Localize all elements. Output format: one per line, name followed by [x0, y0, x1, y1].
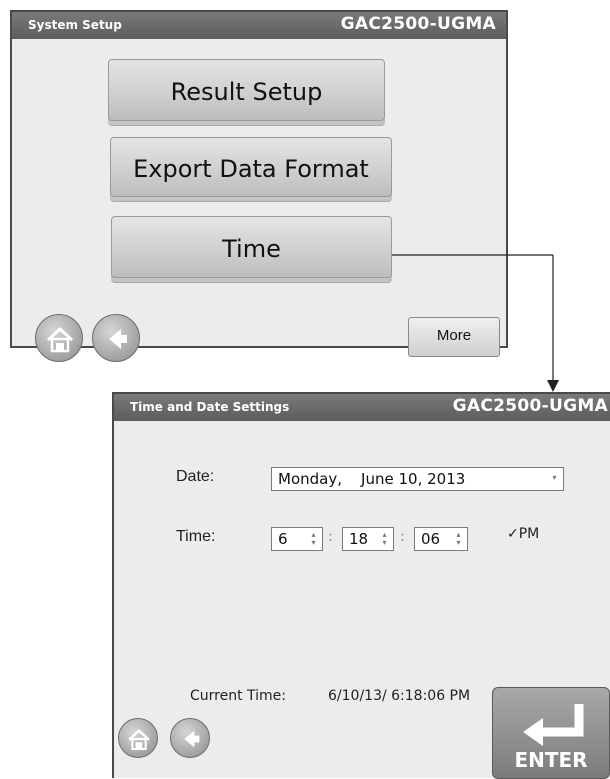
time-separator: :: [328, 529, 333, 545]
device-model: GAC2500-UGMA: [452, 396, 608, 416]
more-label: More: [436, 327, 472, 344]
enter-label: ENTER: [514, 748, 588, 772]
pm-label: PM: [518, 526, 540, 542]
enter-arrow-icon: [523, 704, 584, 746]
system-setup-panel: System Setup GAC2500-UGMA Result Setup E…: [10, 10, 508, 362]
device-model: GAC2500-UGMA: [340, 14, 496, 34]
pm-checkbox[interactable]: ✓PM: [507, 526, 539, 542]
time-separator: :: [400, 529, 405, 545]
spinner-arrows-icon[interactable]: ▴ ▾: [454, 531, 463, 547]
time-label: Time: [222, 235, 281, 263]
second-value: 06: [421, 530, 441, 548]
spinner-arrows-icon[interactable]: ▴ ▾: [380, 531, 389, 547]
time-label: Time:: [176, 528, 216, 545]
title-bar: System Setup GAC2500-UGMA: [12, 12, 506, 39]
result-setup-label: Result Setup: [170, 78, 323, 106]
home-icon: [46, 327, 74, 353]
hour-value: 6: [278, 530, 288, 548]
home-button[interactable]: [35, 314, 83, 362]
more-button[interactable]: More: [408, 317, 500, 357]
date-label: Date:: [176, 468, 215, 485]
screen-title: Time and Date Settings: [130, 400, 290, 414]
back-button[interactable]: [92, 314, 140, 362]
minute-spinner[interactable]: 18 ▴ ▾: [342, 527, 394, 551]
date-dropdown[interactable]: Monday, June 10, 2013 ▾: [271, 467, 564, 491]
home-icon: [128, 729, 150, 751]
export-data-format-label: Export Data Format: [133, 155, 369, 183]
back-arrow-icon: [184, 730, 200, 748]
enter-button[interactable]: ENTER: [492, 687, 610, 779]
home-button[interactable]: [118, 718, 158, 758]
back-arrow-icon: [109, 329, 127, 349]
title-bar: Time and Date Settings GAC2500-UGMA: [114, 394, 610, 421]
current-time-value: 6/10/13/ 6:18:06 PM: [328, 688, 471, 704]
result-setup-button[interactable]: Result Setup: [108, 59, 385, 121]
time-date-settings-panel: Time and Date Settings GAC2500-UGMA Date…: [112, 392, 610, 779]
export-data-format-button[interactable]: Export Data Format: [110, 137, 392, 197]
minute-value: 18: [349, 530, 369, 548]
time-button[interactable]: Time: [111, 216, 392, 278]
second-spinner[interactable]: 06 ▴ ▾: [414, 527, 468, 551]
dropdown-arrow-icon[interactable]: ▾: [550, 474, 559, 490]
spinner-arrows-icon[interactable]: ▴ ▾: [309, 531, 318, 547]
current-time-label: Current Time:: [190, 688, 287, 704]
back-button[interactable]: [170, 718, 210, 758]
checkmark-icon: ✓: [507, 526, 519, 542]
date-value: Monday, June 10, 2013: [278, 470, 466, 488]
hour-spinner[interactable]: 6 ▴ ▾: [271, 527, 323, 551]
screen-title: System Setup: [28, 18, 122, 32]
